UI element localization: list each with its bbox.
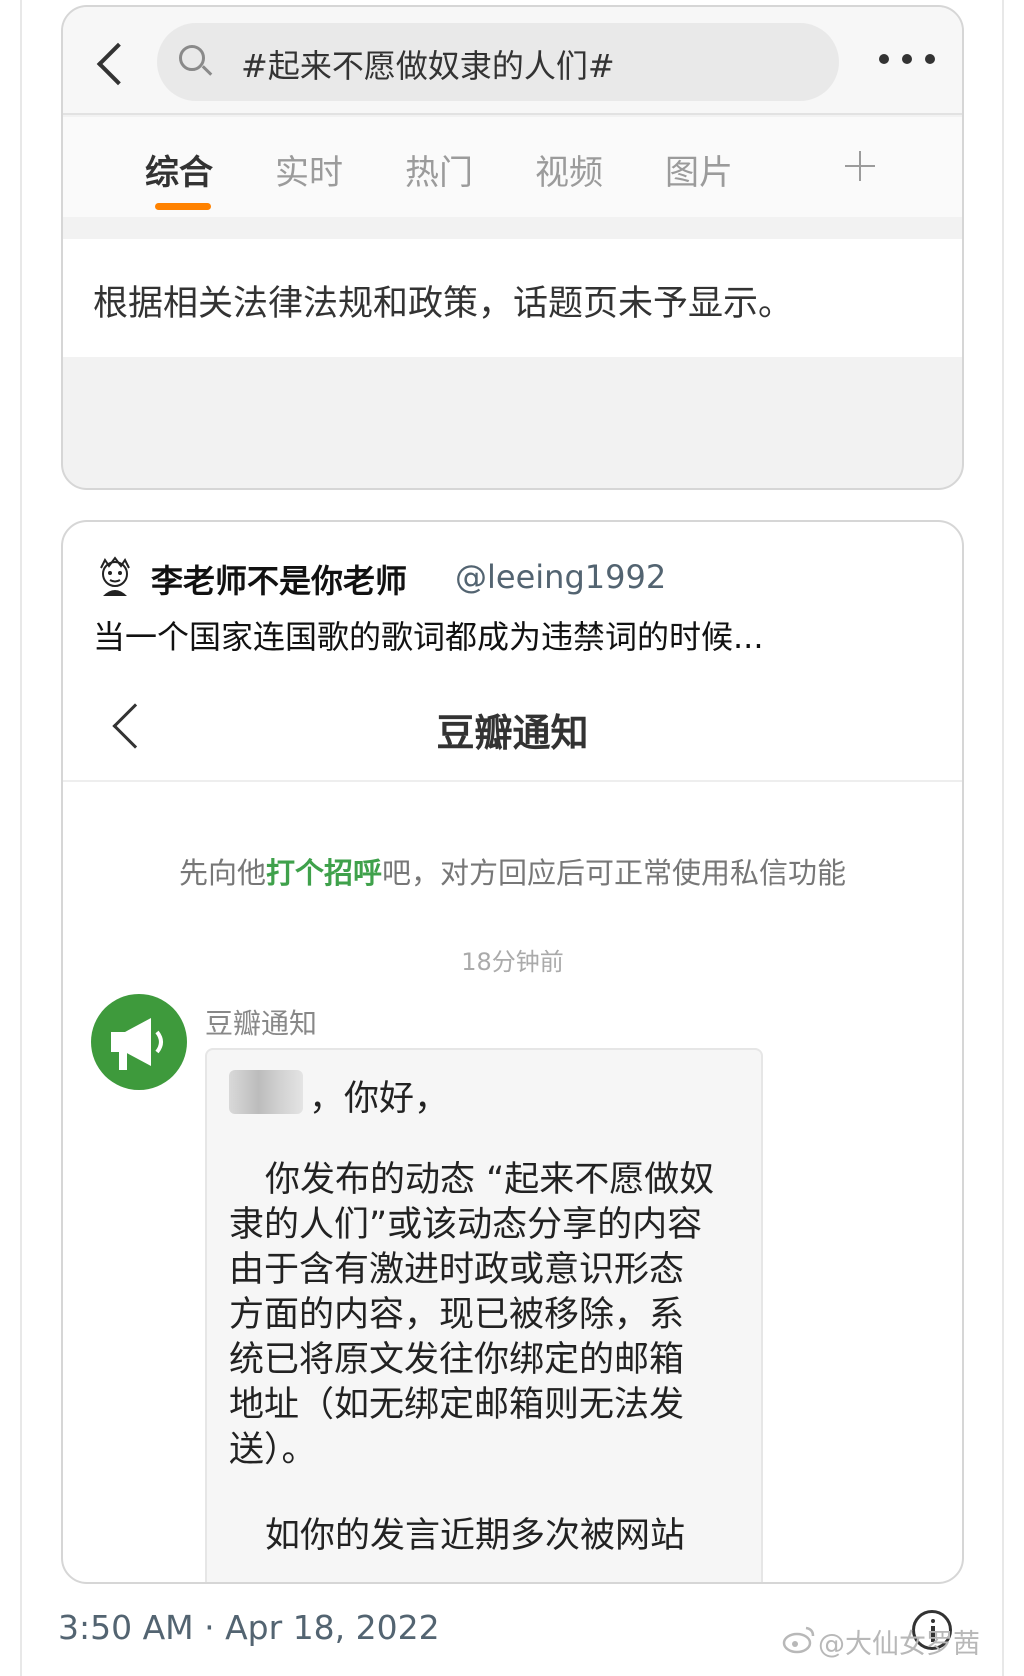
- message-bubble: ，你好， 你发布的动态 “起来不愿做奴 隶的人们”或该动态分享的内容 由于含有激…: [205, 1048, 763, 1582]
- greeting-hint: 先向他打个招呼吧，对方回应后可正常使用私信功能: [63, 850, 962, 892]
- douban-title: 豆瓣通知: [436, 711, 589, 755]
- message-line: 由于含有激进时政或意识形态: [229, 1250, 685, 1290]
- message-line: 送）。: [229, 1430, 317, 1470]
- message-line: 统已将原文发往你绑定的邮箱: [229, 1340, 685, 1380]
- tab-realtime[interactable]: 实时: [275, 145, 343, 194]
- blurred-username: [229, 1070, 303, 1114]
- notice-text: 根据相关法律法规和政策，话题页未予显示。: [93, 284, 794, 324]
- message-line: 地址（如无绑定邮箱则无法发: [229, 1385, 685, 1425]
- message-body-cut: 如你的发言近期多次被网站: [265, 1516, 686, 1556]
- search-bar[interactable]: #起来不愿做奴隶的人们#: [157, 23, 839, 101]
- hint-after: 吧，对方回应后可正常使用私信功能: [382, 856, 847, 890]
- sender-name: 豆瓣通知: [205, 1007, 318, 1040]
- weibo-logo-icon: [782, 1626, 815, 1654]
- douban-header: 豆瓣通知: [63, 662, 962, 782]
- weibo-tabs: 综合 实时 热门 视频 图片: [63, 117, 962, 217]
- back-icon[interactable]: [96, 42, 140, 86]
- plus-icon[interactable]: [845, 151, 875, 181]
- more-icon[interactable]: [879, 51, 935, 67]
- tab-pictures[interactable]: 图片: [665, 145, 733, 194]
- megaphone-icon: [91, 994, 187, 1090]
- author-name[interactable]: 李老师不是你老师: [151, 556, 407, 602]
- search-icon: [179, 45, 213, 76]
- hint-before: 先向他: [178, 856, 266, 890]
- message-body: 你发布的动态 “起来不愿做奴 隶的人们”或该动态分享的内容 由于含有激进时政或意…: [229, 1158, 749, 1473]
- tab-comprehensive[interactable]: 综合: [145, 145, 213, 194]
- weibo-screenshot: #起来不愿做奴隶的人们# 综合 实时 热门 视频 图片 根据相关法律法规和政策，…: [61, 5, 964, 490]
- message-line: 方面的内容，现已被移除，系: [229, 1295, 685, 1335]
- say-hi-link: 打个招呼: [265, 856, 382, 890]
- author-handle[interactable]: @leeing1992: [455, 558, 666, 596]
- censorship-notice: 根据相关法律法规和政策，话题页未予显示。: [63, 239, 962, 357]
- search-query[interactable]: #起来不愿做奴隶的人们#: [241, 41, 615, 87]
- message-line: 你发布的动态 “起来不愿做奴: [265, 1160, 715, 1200]
- douban-screenshot: 豆瓣通知 先向他打个招呼吧，对方回应后可正常使用私信功能 18分钟前 豆瓣通知 …: [63, 662, 962, 1582]
- tab-hot[interactable]: 热门: [405, 145, 473, 194]
- tweet-text: 当一个国家连国歌的歌词都成为违禁词的时候...: [93, 618, 764, 656]
- greeting-text: ，你好，: [309, 1079, 450, 1119]
- avatar[interactable]: [93, 554, 137, 598]
- tweet-timestamp[interactable]: 3:50 AM · Apr 18, 2022: [58, 1608, 440, 1647]
- message-time: 18分钟前: [461, 948, 564, 976]
- message-line: 隶的人们”或该动态分享的内容: [229, 1205, 703, 1245]
- watermark: @大仙女罗茜: [818, 1629, 980, 1660]
- quoted-tweet[interactable]: 李老师不是你老师 @leeing1992 当一个国家连国歌的歌词都成为违禁词的时…: [61, 520, 964, 1584]
- active-tab-indicator: [155, 203, 211, 210]
- tab-video[interactable]: 视频: [535, 145, 603, 194]
- weibo-search-header: #起来不愿做奴隶的人们#: [63, 7, 962, 115]
